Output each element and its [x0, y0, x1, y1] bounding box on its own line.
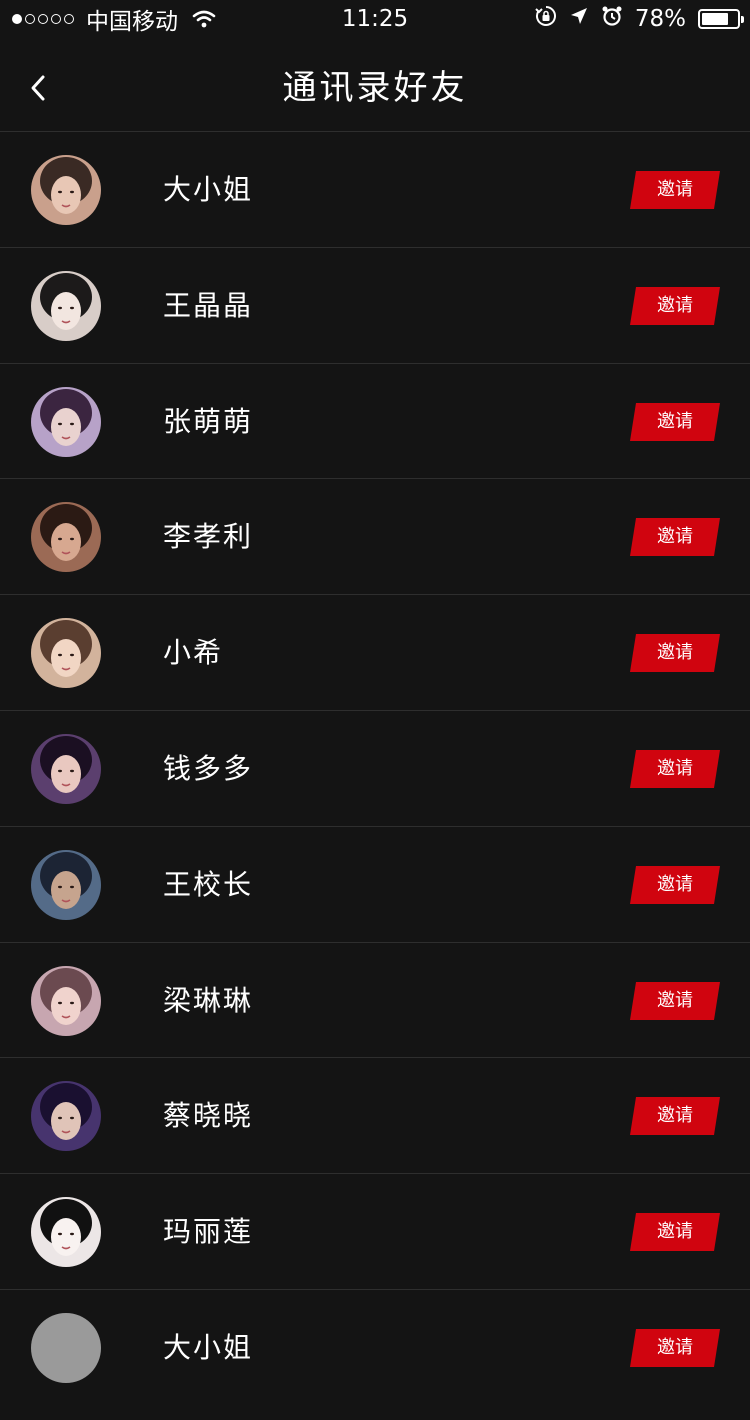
orientation-lock-icon — [535, 5, 557, 33]
invite-button-label: 邀请 — [657, 526, 693, 548]
status-right: 78% — [535, 4, 744, 34]
contact-list: 大小姐 邀请 王晶晶 邀请 张萌萌 邀请 李孝利 邀请 小希 邀请 钱多多 邀请 王校长 邀请 梁琳琳 邀请蔡… — [0, 132, 750, 1408]
invite-button[interactable]: 邀请 — [630, 402, 720, 441]
avatar-placeholder — [31, 1312, 101, 1383]
invite-button-label: 邀请 — [657, 1105, 693, 1127]
invite-button[interactable]: 邀请 — [630, 1328, 720, 1367]
contact-name: 王校长 — [163, 867, 254, 901]
contact-name: 玛丽莲 — [163, 1215, 254, 1249]
avatar — [31, 386, 101, 457]
contact-name: 大小姐 — [163, 173, 254, 206]
contact-row[interactable]: 王校长 邀请 — [0, 827, 750, 943]
nav-bar: 通讯录好友 — [0, 40, 750, 132]
avatar — [31, 1197, 101, 1268]
contact-row[interactable]: 张萌萌 邀请 — [0, 364, 750, 480]
invite-button[interactable]: 邀请 — [630, 865, 720, 904]
avatar — [31, 733, 101, 804]
invite-button[interactable]: 邀请 — [630, 286, 720, 325]
avatar — [31, 849, 101, 920]
battery-icon — [698, 9, 744, 29]
contact-name: 小希 — [163, 636, 224, 670]
invite-button[interactable]: 邀请 — [630, 981, 720, 1020]
contact-name: 王晶晶 — [163, 288, 254, 322]
invite-button-label: 邀请 — [657, 642, 693, 664]
invite-button-label: 邀请 — [657, 179, 693, 200]
status-bar: 中国移动 11:25 78% — [0, 0, 750, 40]
avatar — [31, 155, 101, 225]
contact-name: 李孝利 — [163, 520, 254, 554]
contact-name: 梁琳琳 — [163, 983, 254, 1017]
contact-row[interactable]: 大小姐 邀请 — [0, 1290, 750, 1408]
contact-name: 蔡晓晓 — [163, 1099, 254, 1133]
contact-name: 张萌萌 — [163, 404, 254, 438]
invite-button-label: 邀请 — [657, 1336, 693, 1358]
invite-button-label: 邀请 — [657, 1221, 693, 1243]
invite-button[interactable]: 邀请 — [630, 1213, 720, 1252]
avatar — [31, 502, 101, 573]
contact-row[interactable]: 李孝利 邀请 — [0, 479, 750, 596]
alarm-icon — [601, 5, 623, 33]
invite-button[interactable]: 邀请 — [630, 634, 720, 673]
contact-row[interactable]: 玛丽莲 邀请 — [0, 1174, 750, 1290]
contact-row[interactable]: 大小姐 邀请 — [0, 132, 750, 248]
invite-button[interactable]: 邀请 — [630, 749, 720, 788]
location-arrow-icon — [569, 6, 589, 32]
invite-button[interactable]: 邀请 — [630, 1097, 720, 1136]
contact-row[interactable]: 蔡晓晓 邀请 — [0, 1058, 750, 1175]
invite-button-label: 邀请 — [657, 294, 693, 316]
contact-row[interactable]: 钱多多 邀请 — [0, 711, 750, 827]
invite-button[interactable]: 邀请 — [630, 518, 720, 557]
contact-row[interactable]: 梁琳琳 邀请 — [0, 943, 750, 1059]
invite-button[interactable]: 邀请 — [630, 171, 720, 209]
battery-percent: 78% — [634, 6, 686, 32]
invite-button-label: 邀请 — [657, 989, 693, 1011]
invite-button-label: 邀请 — [657, 757, 693, 779]
page-title: 通讯录好友 — [282, 68, 468, 108]
avatar — [31, 270, 101, 341]
contact-row[interactable]: 小希 邀请 — [0, 595, 750, 711]
contact-name: 大小姐 — [163, 1330, 254, 1364]
avatar — [31, 1081, 101, 1152]
contact-name: 钱多多 — [163, 751, 254, 785]
invite-button-label: 邀请 — [657, 410, 693, 432]
invite-button-label: 邀请 — [657, 873, 693, 895]
contact-row[interactable]: 王晶晶 邀请 — [0, 248, 750, 364]
avatar — [31, 618, 101, 689]
avatar — [31, 965, 101, 1036]
